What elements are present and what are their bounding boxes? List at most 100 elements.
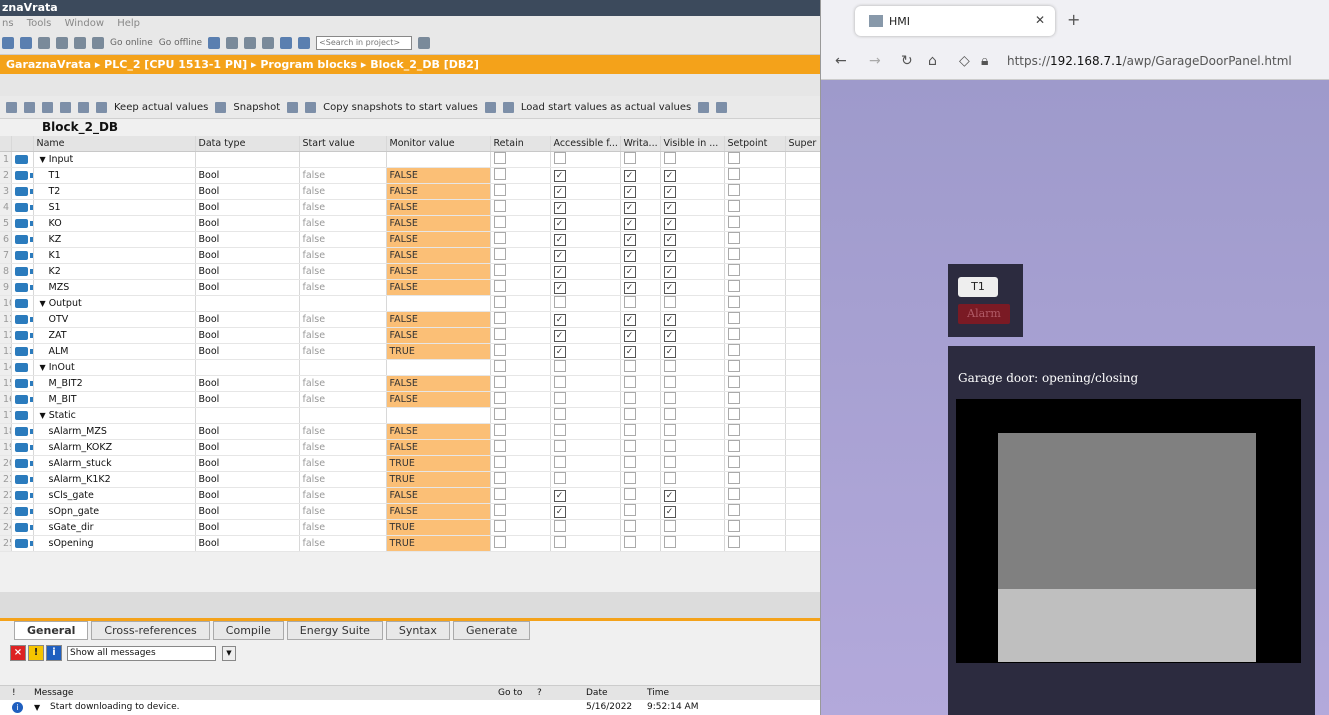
col-visible[interactable]: Visible in ... — [660, 136, 725, 152]
checkbox-cell[interactable]: ✓ — [620, 247, 661, 264]
checkbox[interactable] — [553, 440, 566, 452]
checkbox[interactable] — [727, 376, 740, 388]
row-startvalue[interactable]: false — [299, 215, 387, 232]
col-monitorvalue[interactable]: Monitor value — [386, 136, 491, 152]
row-name[interactable]: K2 — [33, 263, 196, 280]
checkbox[interactable] — [493, 296, 506, 308]
row-datatype[interactable]: Bool — [195, 263, 300, 280]
retain-cell[interactable] — [490, 311, 551, 328]
stop-cpu-icon[interactable] — [244, 37, 257, 49]
checkbox[interactable] — [493, 424, 506, 436]
checkbox[interactable]: ✓ — [553, 281, 566, 294]
table-row[interactable]: 22 sCls_gate BoolfalseFALSE ✓ ✓ — [0, 487, 820, 504]
table-row[interactable]: 4 S1 Bool false FALSE ✓ ✓ ✓ — [0, 199, 820, 216]
checkbox[interactable]: ✓ — [623, 201, 636, 214]
setpoint-cell[interactable] — [724, 343, 786, 360]
back-icon[interactable]: ← — [835, 53, 847, 69]
row-startvalue[interactable]: false — [299, 279, 387, 296]
row-startvalue[interactable]: false — [299, 439, 387, 456]
checkbox[interactable] — [493, 328, 506, 340]
setpoint-cell[interactable] — [724, 167, 786, 184]
checkbox[interactable] — [727, 152, 740, 164]
checkbox[interactable]: ✓ — [623, 313, 636, 326]
checkbox-cell[interactable]: ✓ — [660, 343, 725, 360]
row-datatype[interactable]: Bool — [195, 503, 300, 520]
checkbox[interactable]: ✓ — [663, 329, 676, 342]
checkbox[interactable] — [727, 312, 740, 324]
row-datatype[interactable]: Bool — [195, 487, 300, 504]
setpoint-cell[interactable] — [724, 151, 786, 168]
checkbox-cell[interactable]: ✓ — [550, 215, 621, 232]
row-startvalue[interactable]: false — [299, 343, 387, 360]
checkbox[interactable] — [623, 152, 636, 164]
row-datatype[interactable]: Bool — [195, 439, 300, 456]
checkbox[interactable] — [663, 296, 676, 308]
row-startvalue[interactable] — [299, 359, 387, 376]
row-datatype[interactable]: Bool — [195, 519, 300, 536]
setpoint-cell[interactable] — [724, 183, 786, 200]
setpoint-cell[interactable] — [724, 327, 786, 344]
add-row-icon[interactable] — [24, 101, 35, 113]
row-startvalue[interactable]: false — [299, 471, 387, 488]
checkbox[interactable] — [623, 488, 636, 500]
checkbox-cell[interactable] — [550, 407, 621, 424]
checkbox[interactable] — [553, 296, 566, 308]
retain-cell[interactable] — [490, 215, 551, 232]
checkbox[interactable] — [623, 296, 636, 308]
load-start-icon[interactable] — [698, 101, 710, 113]
msg-col-date[interactable]: Date — [586, 686, 608, 700]
menu-item-help[interactable]: Help — [117, 18, 140, 29]
col-setpoint[interactable]: Setpoint — [724, 136, 786, 152]
checkbox[interactable] — [623, 392, 636, 404]
row-name[interactable]: sAlarm_K1K2 — [33, 471, 196, 488]
checkbox[interactable] — [623, 408, 636, 420]
checkbox[interactable] — [727, 216, 740, 228]
checkbox-cell[interactable] — [660, 295, 725, 312]
checkbox[interactable] — [727, 200, 740, 212]
row-name[interactable]: sGate_dir — [33, 519, 196, 536]
table-row[interactable]: 13 ALM BoolfalseTRUE ✓ ✓ ✓ — [0, 343, 820, 360]
checkbox-cell[interactable]: ✓ — [550, 167, 621, 184]
checkbox-cell[interactable]: ✓ — [550, 503, 621, 520]
retain-cell[interactable] — [490, 247, 551, 264]
go-online-button[interactable]: Go online — [110, 38, 153, 48]
setpoint-cell[interactable] — [724, 391, 786, 408]
checkbox-cell[interactable]: ✓ — [550, 199, 621, 216]
checkbox[interactable]: ✓ — [553, 185, 566, 198]
checkbox[interactable] — [727, 456, 740, 468]
checkbox[interactable] — [493, 200, 506, 212]
checkbox-cell[interactable] — [620, 439, 661, 456]
setpoint-cell[interactable] — [724, 295, 786, 312]
retain-cell[interactable] — [490, 295, 551, 312]
checkbox[interactable]: ✓ — [663, 249, 676, 262]
tab-energy-suite[interactable]: Energy Suite — [286, 621, 383, 640]
monitor-all-icon[interactable] — [96, 101, 107, 113]
checkbox-cell[interactable] — [660, 455, 725, 472]
row-name[interactable]: sOpn_gate — [33, 503, 196, 520]
table-row[interactable]: 6 KZ Bool false FALSE ✓ ✓ ✓ — [0, 231, 820, 248]
home-icon[interactable]: ⌂ — [928, 53, 937, 69]
checkbox[interactable]: ✓ — [663, 233, 676, 246]
checkbox[interactable] — [553, 408, 566, 420]
simulation-icon[interactable] — [92, 37, 104, 49]
checkbox-cell[interactable]: ✓ — [620, 231, 661, 248]
row-name[interactable]: sAlarm_MZS — [33, 423, 196, 440]
checkbox[interactable] — [727, 504, 740, 516]
retain-cell[interactable] — [490, 327, 551, 344]
checkbox[interactable] — [727, 536, 740, 548]
checkbox[interactable] — [553, 520, 566, 532]
checkbox-cell[interactable]: ✓ — [660, 247, 725, 264]
checkbox-cell[interactable] — [620, 535, 661, 552]
collapse-arrow-icon[interactable]: ▼ — [40, 363, 46, 372]
row-datatype[interactable]: Bool — [195, 231, 300, 248]
checkbox-cell[interactable]: ✓ — [660, 167, 725, 184]
row-startvalue[interactable]: false — [299, 327, 387, 344]
checkbox[interactable]: ✓ — [553, 329, 566, 342]
checkbox[interactable] — [493, 280, 506, 292]
row-startvalue[interactable] — [299, 151, 387, 168]
checkbox[interactable]: ✓ — [663, 217, 676, 230]
checkbox-cell[interactable]: ✓ — [550, 263, 621, 280]
checkbox-cell[interactable]: ✓ — [550, 247, 621, 264]
checkbox[interactable] — [493, 392, 506, 404]
checkbox-cell[interactable] — [620, 519, 661, 536]
